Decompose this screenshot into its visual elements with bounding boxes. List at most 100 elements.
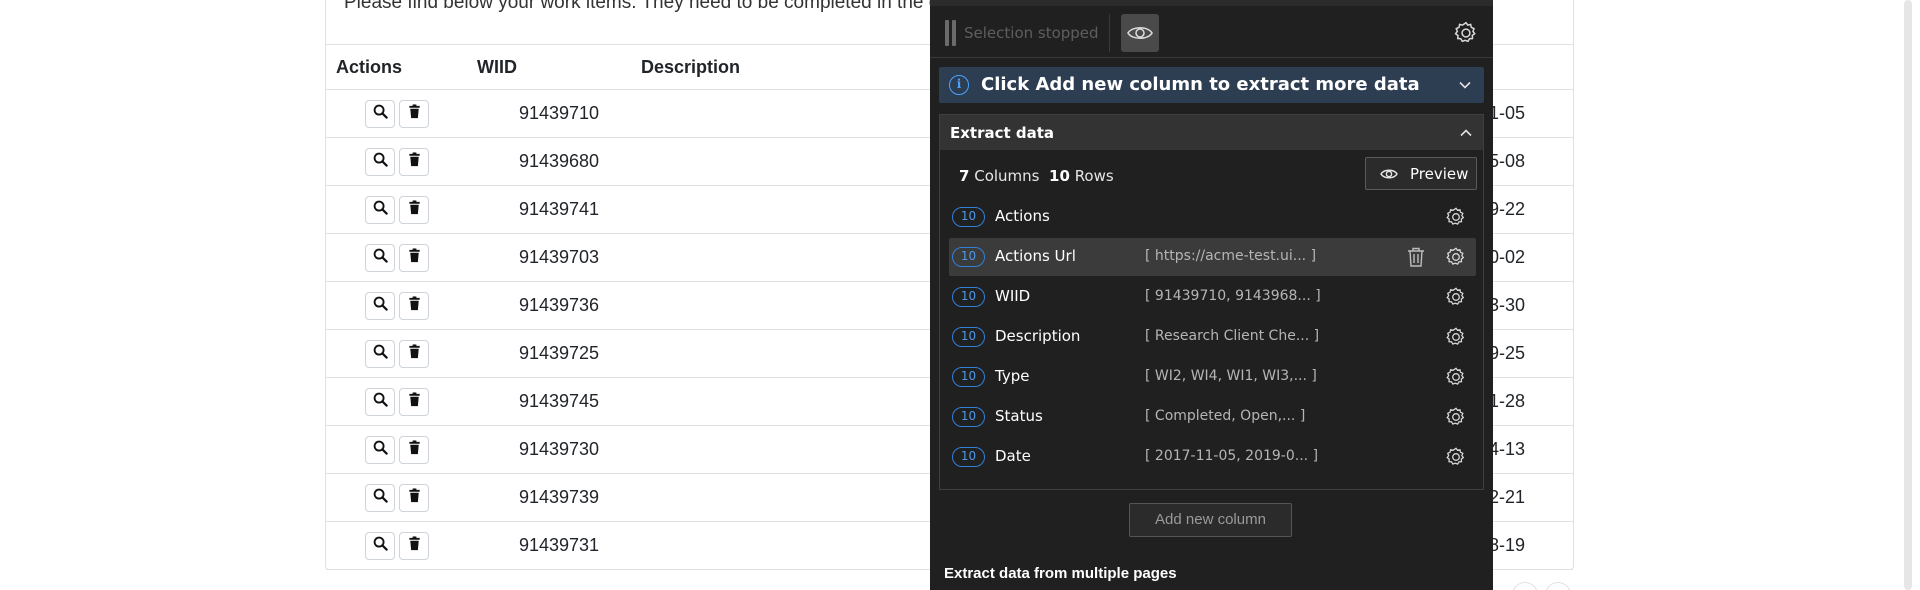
- search-icon: [373, 391, 388, 412]
- extract-data-section: Extract data 7 Columns 10 Rows Preview 1…: [939, 114, 1484, 490]
- row-actions: [326, 473, 467, 522]
- delete-button[interactable]: [399, 435, 429, 464]
- extracted-column-row[interactable]: 10 Type [ WI2, WI4, WI1, WI3,... ]: [949, 358, 1476, 396]
- extracted-column-row[interactable]: 10 Status [ Completed, Open,... ]: [949, 398, 1476, 436]
- chevron-up-icon[interactable]: [1459, 126, 1473, 140]
- header-wiid: WIID: [467, 44, 631, 90]
- delete-button[interactable]: [399, 291, 429, 320]
- view-button[interactable]: [365, 195, 395, 224]
- eye-icon: [1380, 169, 1398, 179]
- cell-wiid: 91439703: [467, 233, 631, 282]
- info-banner[interactable]: i Click Add new column to extract more d…: [939, 67, 1484, 103]
- trash-icon: [407, 151, 422, 172]
- row-actions: [326, 185, 467, 234]
- view-button[interactable]: [365, 531, 395, 560]
- delete-button[interactable]: [399, 387, 429, 416]
- trash-icon: [407, 439, 422, 460]
- trash-icon: [407, 295, 422, 316]
- search-icon: [373, 247, 388, 268]
- delete-button[interactable]: [399, 483, 429, 512]
- view-button[interactable]: [365, 435, 395, 464]
- column-settings-gear-icon[interactable]: [1445, 406, 1467, 428]
- delete-button[interactable]: [399, 99, 429, 128]
- row-count-badge: 10: [952, 207, 985, 227]
- extracted-column-row[interactable]: 10 Actions: [949, 198, 1476, 236]
- view-button[interactable]: [365, 243, 395, 272]
- pagination-button[interactable]: [1512, 582, 1538, 590]
- column-row-counts: 7 Columns 10 Rows: [959, 167, 1114, 185]
- view-button[interactable]: [365, 339, 395, 368]
- delete-button[interactable]: [399, 195, 429, 224]
- delete-button[interactable]: [399, 531, 429, 560]
- cell-wiid: 91439739: [467, 473, 631, 522]
- column-settings-gear-icon[interactable]: [1445, 446, 1467, 468]
- trash-icon: [407, 535, 422, 556]
- row-count-badge: 10: [952, 327, 985, 347]
- search-icon: [373, 151, 388, 172]
- column-settings-gear-icon[interactable]: [1445, 326, 1467, 348]
- row-count-badge: 10: [952, 447, 985, 467]
- trash-icon: [407, 247, 422, 268]
- row-count-badge: 10: [952, 367, 985, 387]
- preview-button[interactable]: Preview: [1365, 157, 1477, 190]
- page-scrollbar[interactable]: [1904, 0, 1912, 590]
- view-button[interactable]: [365, 291, 395, 320]
- extract-data-header[interactable]: Extract data: [940, 115, 1483, 150]
- search-icon: [373, 295, 388, 316]
- rows-count: 10: [1049, 167, 1070, 185]
- row-actions: [326, 377, 467, 426]
- view-button[interactable]: [365, 99, 395, 128]
- cell-wiid: 91439725: [467, 329, 631, 378]
- delete-button[interactable]: [399, 147, 429, 176]
- trash-icon[interactable]: [1406, 246, 1426, 268]
- cell-wiid: 91439680: [467, 137, 631, 186]
- toggle-highlight-button[interactable]: [1121, 14, 1159, 52]
- info-icon: i: [949, 75, 969, 95]
- panel-toolbar: Selection stopped: [930, 6, 1493, 58]
- row-actions: [326, 521, 467, 570]
- add-new-column-button[interactable]: Add new column: [1129, 503, 1292, 537]
- chevron-down-icon[interactable]: [1458, 78, 1472, 92]
- column-name: Description: [995, 327, 1081, 345]
- view-button[interactable]: [365, 483, 395, 512]
- selection-status: Selection stopped: [964, 24, 1099, 42]
- cell-wiid: 91439741: [467, 185, 631, 234]
- delete-button[interactable]: [399, 243, 429, 272]
- eye-icon: [1127, 26, 1153, 40]
- row-actions: [326, 233, 467, 282]
- column-sample-values: [ Completed, Open,... ]: [1145, 408, 1306, 424]
- search-icon: [373, 535, 388, 556]
- column-settings-gear-icon[interactable]: [1445, 366, 1467, 388]
- column-settings-gear-icon[interactable]: [1445, 246, 1467, 268]
- delete-button[interactable]: [399, 339, 429, 368]
- rows-label: Rows: [1074, 167, 1114, 185]
- columns-label: Columns: [974, 167, 1040, 185]
- extracted-column-row[interactable]: 10 Date [ 2017-11-05, 2019-0... ]: [949, 438, 1476, 476]
- header-actions: Actions: [326, 44, 467, 90]
- search-icon: [373, 103, 388, 124]
- column-name: Status: [995, 407, 1043, 425]
- view-button[interactable]: [365, 147, 395, 176]
- column-name: Type: [995, 367, 1030, 385]
- extracted-column-row[interactable]: 10 Description [ Research Client Che... ]: [949, 318, 1476, 356]
- column-settings-gear-icon[interactable]: [1445, 286, 1467, 308]
- cell-wiid: 91439736: [467, 281, 631, 330]
- search-icon: [373, 199, 388, 220]
- extract-multiple-pages-label[interactable]: Extract data from multiple pages: [944, 565, 1177, 582]
- row-count-badge: 10: [952, 287, 985, 307]
- extracted-column-row[interactable]: 10 Actions Url [ https://acme-test.ui... ]: [949, 238, 1476, 276]
- extract-data-title: Extract data: [950, 124, 1055, 142]
- pause-icon[interactable]: [945, 20, 957, 46]
- extraction-panel: Selection stopped i Click Add new column…: [930, 0, 1493, 590]
- pagination-button[interactable]: [1545, 582, 1571, 590]
- trash-icon: [407, 391, 422, 412]
- info-banner-text: Click Add new column to extract more dat…: [981, 74, 1420, 95]
- view-button[interactable]: [365, 387, 395, 416]
- settings-gear-icon[interactable]: [1453, 20, 1479, 46]
- row-actions: [326, 425, 467, 474]
- column-name: Date: [995, 447, 1031, 465]
- row-actions: [326, 281, 467, 330]
- cell-wiid: 91439730: [467, 425, 631, 474]
- column-settings-gear-icon[interactable]: [1445, 206, 1467, 228]
- extracted-column-row[interactable]: 10 WIID [ 91439710, 9143968... ]: [949, 278, 1476, 316]
